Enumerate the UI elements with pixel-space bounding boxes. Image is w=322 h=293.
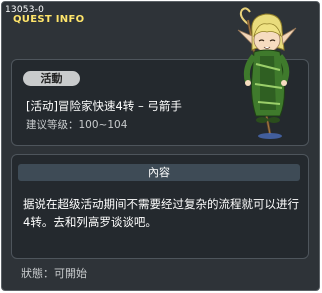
quest-info-window: 13053-0 QUEST INFO 活動 [活动]冒险家快速4转 – 弓箭手 …	[1, 1, 320, 291]
level-label: 建议等级：	[26, 119, 79, 131]
category-badge: 活動	[23, 71, 80, 86]
quest-content-panel: 內容 据说在超级活动期间不需要经过复杂的流程就可以进行4转。去和列高罗谈谈吧。	[11, 154, 309, 259]
content-description: 据说在超级活动期间不需要经过复杂的流程就可以进行4转。去和列高罗谈谈吧。	[23, 197, 299, 229]
status-label: 狀態：	[21, 267, 54, 280]
quest-status: 狀態：可開始	[21, 267, 87, 281]
window-title: QUEST INFO	[13, 14, 85, 25]
level-range: 100~104	[78, 119, 128, 131]
quest-name: [活动]冒险家快速4转 – 弓箭手	[26, 99, 182, 113]
status-value: 可開始	[54, 267, 87, 280]
recommended-level: 建议等级：100~104	[26, 119, 127, 132]
elf-archer-npc-icon	[237, 7, 297, 139]
content-header: 內容	[18, 164, 300, 181]
